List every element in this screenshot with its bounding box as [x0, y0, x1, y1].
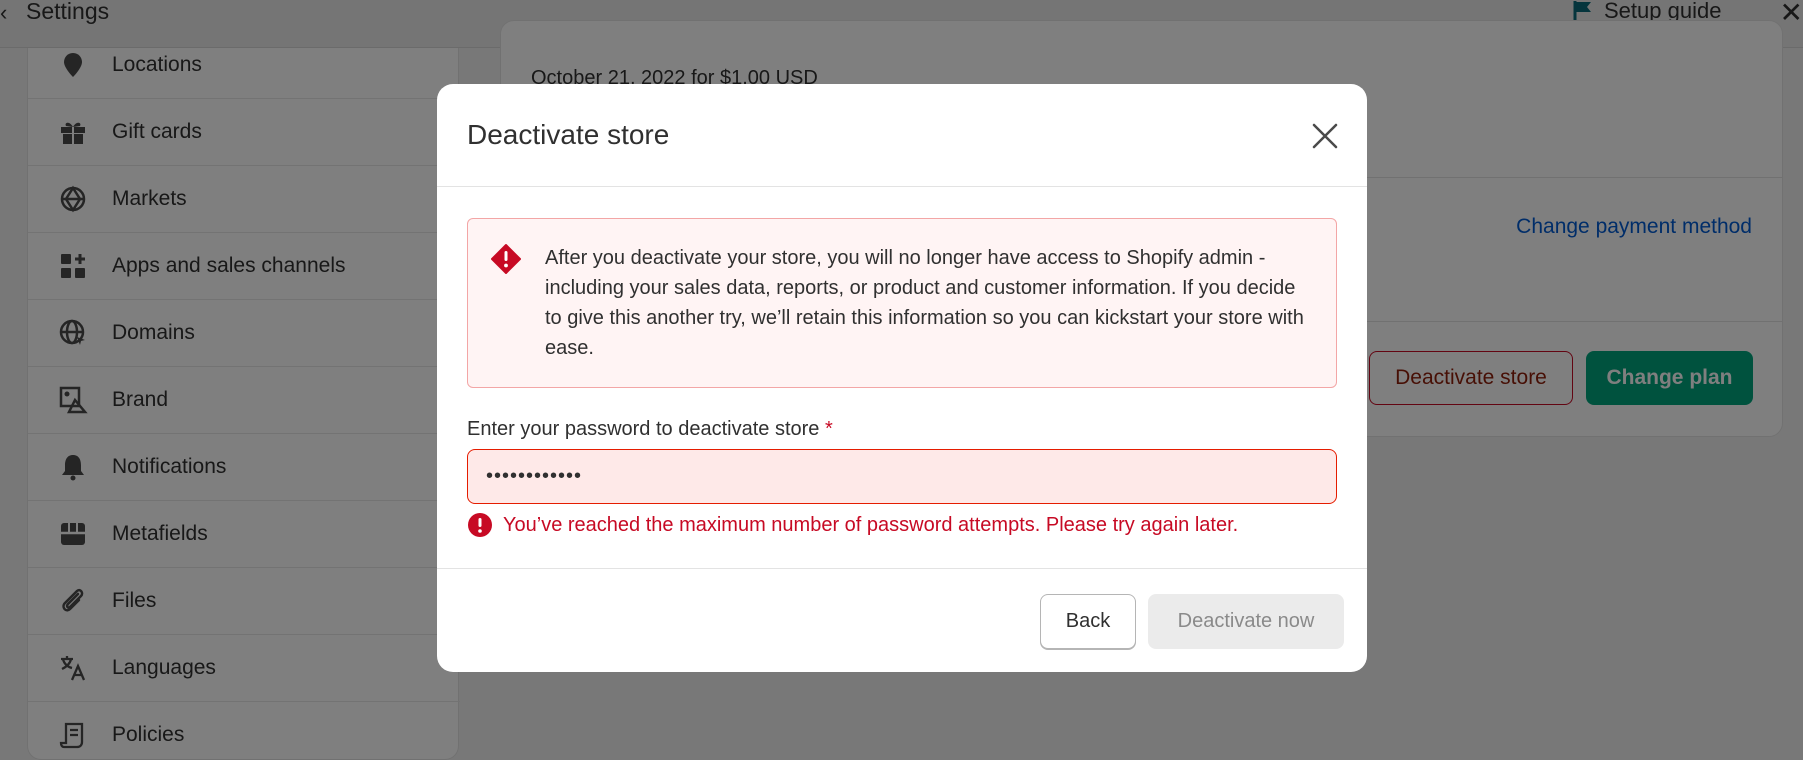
password-label: Enter your password to deactivate store …	[467, 418, 833, 441]
alert-diamond-icon	[490, 243, 522, 275]
back-button[interactable]: Back	[1040, 594, 1136, 649]
password-input[interactable]	[467, 449, 1337, 504]
critical-banner: After you deactivate your store, you wil…	[467, 218, 1337, 388]
modal-close-button[interactable]	[1305, 116, 1345, 156]
password-error: You’ve reached the maximum number of pas…	[467, 512, 1238, 538]
password-label-text: Enter your password to deactivate store	[467, 418, 820, 440]
deactivate-store-modal: Deactivate store After you deactivate yo…	[437, 84, 1367, 672]
modal-header: Deactivate store	[437, 84, 1367, 187]
deactivate-now-button[interactable]: Deactivate now	[1148, 594, 1344, 649]
error-message: You’ve reached the maximum number of pas…	[503, 513, 1239, 536]
close-icon	[1312, 123, 1338, 149]
modal-title: Deactivate store	[467, 119, 670, 150]
required-marker: *	[824, 418, 833, 440]
error-circle-icon	[467, 512, 493, 538]
banner-message: After you deactivate your store, you wil…	[545, 247, 1304, 359]
